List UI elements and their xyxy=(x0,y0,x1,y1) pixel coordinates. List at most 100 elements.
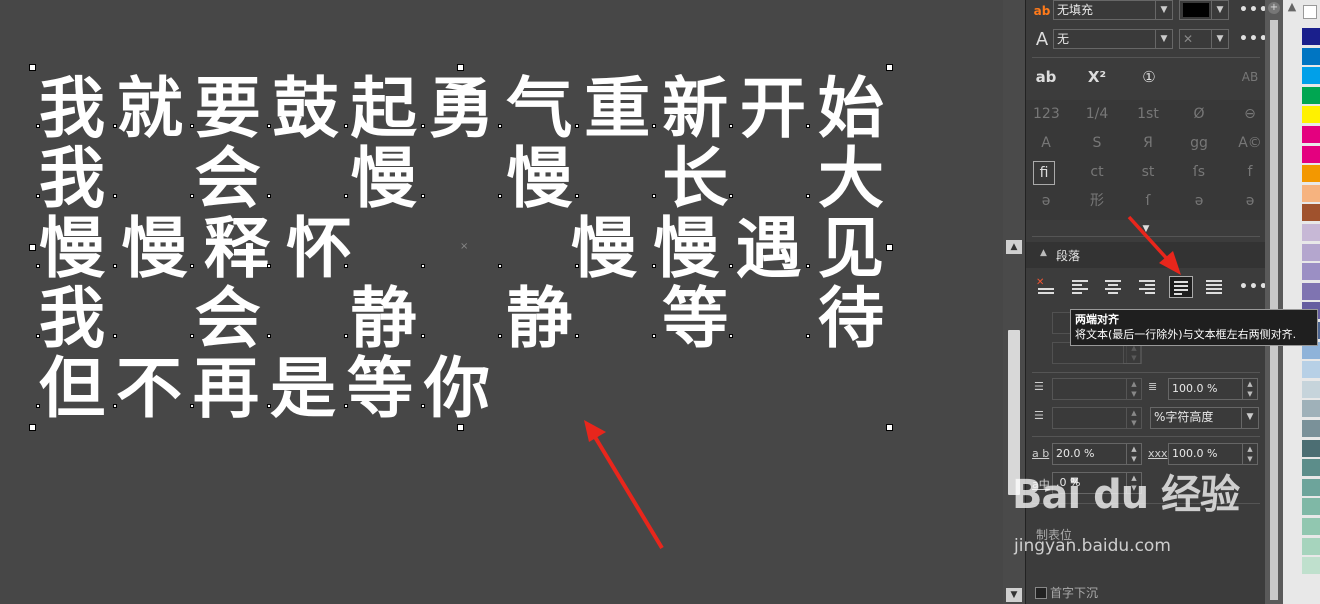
char-node[interactable] xyxy=(190,404,194,408)
char-node[interactable] xyxy=(575,194,579,198)
scroll-down-icon[interactable]: ▼ xyxy=(1006,588,1022,602)
glyph-option-icon[interactable]: gg xyxy=(1186,132,1212,154)
char-node[interactable] xyxy=(344,404,348,408)
glyph-option-icon[interactable]: ə xyxy=(1237,190,1263,212)
char-node[interactable] xyxy=(267,404,271,408)
char-node[interactable] xyxy=(729,334,733,338)
glyph-option-icon[interactable]: ⊖ xyxy=(1237,103,1263,125)
glyph-option-icon[interactable]: Ø xyxy=(1186,103,1212,125)
char-node[interactable] xyxy=(190,124,194,128)
selection-handle-tr[interactable] xyxy=(886,64,893,71)
glyph-option-icon[interactable]: A xyxy=(1033,132,1059,154)
glyph-option-icon[interactable]: 形 xyxy=(1084,190,1110,212)
char-node[interactable] xyxy=(190,334,194,338)
color-swatch[interactable] xyxy=(1302,204,1320,222)
dropcap-checkbox[interactable] xyxy=(1035,587,1047,599)
char-node[interactable] xyxy=(36,404,40,408)
selection-handle-br[interactable] xyxy=(886,424,893,431)
color-swatch[interactable] xyxy=(1302,67,1320,85)
char-node[interactable] xyxy=(344,194,348,198)
glyph-option-icon[interactable]: 1st xyxy=(1135,103,1161,125)
drawing-canvas[interactable]: 我就要鼓起勇气重新开始我会慢慢长大慢慢释怀慢慢遇见我会静静等待但不再是等你 × xyxy=(0,0,1003,604)
scroll-up-icon[interactable]: ▲ xyxy=(1006,240,1022,254)
glyph-option-icon[interactable]: ſs xyxy=(1186,161,1212,183)
char-node[interactable] xyxy=(36,194,40,198)
chevron-down-icon[interactable]: ▼ xyxy=(1211,30,1228,48)
char-node[interactable] xyxy=(421,194,425,198)
glyph-option-icon[interactable]: fi xyxy=(1033,161,1055,185)
char-node[interactable] xyxy=(652,334,656,338)
char-node[interactable] xyxy=(498,124,502,128)
color-swatch[interactable] xyxy=(1302,47,1320,65)
char-node[interactable] xyxy=(652,124,656,128)
glyph-option-icon[interactable]: ə xyxy=(1186,190,1212,212)
color-swatch[interactable] xyxy=(1302,498,1320,516)
char-node[interactable] xyxy=(421,334,425,338)
color-swatch[interactable] xyxy=(1302,557,1320,575)
line-spacing-input[interactable]: 100.0 % ▲ ▼ xyxy=(1168,378,1258,400)
glyph-option-icon[interactable]: ſ xyxy=(1135,190,1161,212)
color-swatch[interactable] xyxy=(1302,282,1320,300)
no-align-button[interactable]: ✕ xyxy=(1034,276,1058,298)
char-node[interactable] xyxy=(113,334,117,338)
char-node[interactable] xyxy=(344,334,348,338)
char-node[interactable] xyxy=(344,124,348,128)
palette-scroll-up-icon[interactable]: ▲ xyxy=(1283,0,1301,14)
color-swatch[interactable] xyxy=(1302,439,1320,457)
glyph-option-icon[interactable]: ə xyxy=(1033,190,1059,212)
color-swatch[interactable] xyxy=(1302,459,1320,477)
char-node[interactable] xyxy=(113,194,117,198)
char-node[interactable] xyxy=(806,124,810,128)
numbered-circle-icon[interactable]: ① xyxy=(1136,66,1162,88)
char-node[interactable] xyxy=(652,264,656,268)
chevron-down-icon[interactable]: ▼ xyxy=(1155,30,1172,48)
char-node[interactable] xyxy=(36,334,40,338)
char-node[interactable] xyxy=(575,124,579,128)
color-swatch[interactable] xyxy=(1302,86,1320,104)
panel-scrollbar[interactable]: + xyxy=(1265,0,1283,604)
char-node[interactable] xyxy=(421,404,425,408)
color-swatch[interactable] xyxy=(1302,126,1320,143)
char-node[interactable] xyxy=(806,264,810,268)
char-node[interactable] xyxy=(190,194,194,198)
char-node[interactable] xyxy=(36,264,40,268)
outline-color-picker[interactable]: ✕ ▼ xyxy=(1179,29,1229,49)
glyph-option-icon[interactable]: f xyxy=(1237,161,1263,183)
color-swatch[interactable] xyxy=(1302,28,1320,45)
glyph-option-icon[interactable]: ct xyxy=(1084,161,1110,183)
glyph-option-icon[interactable]: S xyxy=(1084,132,1110,154)
char-node[interactable] xyxy=(267,124,271,128)
char-node[interactable] xyxy=(267,334,271,338)
selection-handle-ml[interactable] xyxy=(29,244,36,251)
char-node[interactable] xyxy=(575,264,579,268)
fill-color-picker[interactable]: ▼ xyxy=(1179,0,1229,20)
selection-handle-bl[interactable] xyxy=(29,424,36,431)
space-before-input[interactable]: ▲ ▼ xyxy=(1052,378,1142,400)
color-swatch[interactable] xyxy=(1302,224,1320,241)
collapse-triangle-icon[interactable]: ▲ xyxy=(1040,248,1047,258)
align-right-button[interactable] xyxy=(1135,276,1159,298)
char-node[interactable] xyxy=(729,124,733,128)
space-after-input[interactable]: ▲ ▼ xyxy=(1052,407,1142,429)
add-icon[interactable]: + xyxy=(1268,2,1280,14)
allcaps-icon[interactable]: AB xyxy=(1237,66,1263,88)
color-swatch[interactable] xyxy=(1302,478,1320,496)
fill-select[interactable]: 无填充 ▼ xyxy=(1053,0,1173,20)
paragraph-text-frame[interactable]: 我就要鼓起勇气重新开始我会慢慢长大慢慢释怀慢慢遇见我会静静等待但不再是等你 × xyxy=(29,64,893,431)
color-swatch[interactable] xyxy=(1302,165,1320,183)
char-node[interactable] xyxy=(421,124,425,128)
color-swatch[interactable] xyxy=(1302,400,1320,418)
force-justify-button[interactable] xyxy=(1202,276,1226,298)
char-node[interactable] xyxy=(806,334,810,338)
char-node[interactable] xyxy=(575,334,579,338)
superscript-icon[interactable]: X² xyxy=(1084,66,1110,88)
char-node[interactable] xyxy=(806,194,810,198)
char-node[interactable] xyxy=(498,194,502,198)
selection-handle-mr[interactable] xyxy=(886,244,893,251)
align-left-button[interactable] xyxy=(1068,276,1092,298)
char-node[interactable] xyxy=(113,264,117,268)
char-node[interactable] xyxy=(344,264,348,268)
glyph-option-icon[interactable]: 1/4 xyxy=(1084,103,1110,125)
color-swatch[interactable] xyxy=(1302,184,1320,202)
char-node[interactable] xyxy=(498,264,502,268)
